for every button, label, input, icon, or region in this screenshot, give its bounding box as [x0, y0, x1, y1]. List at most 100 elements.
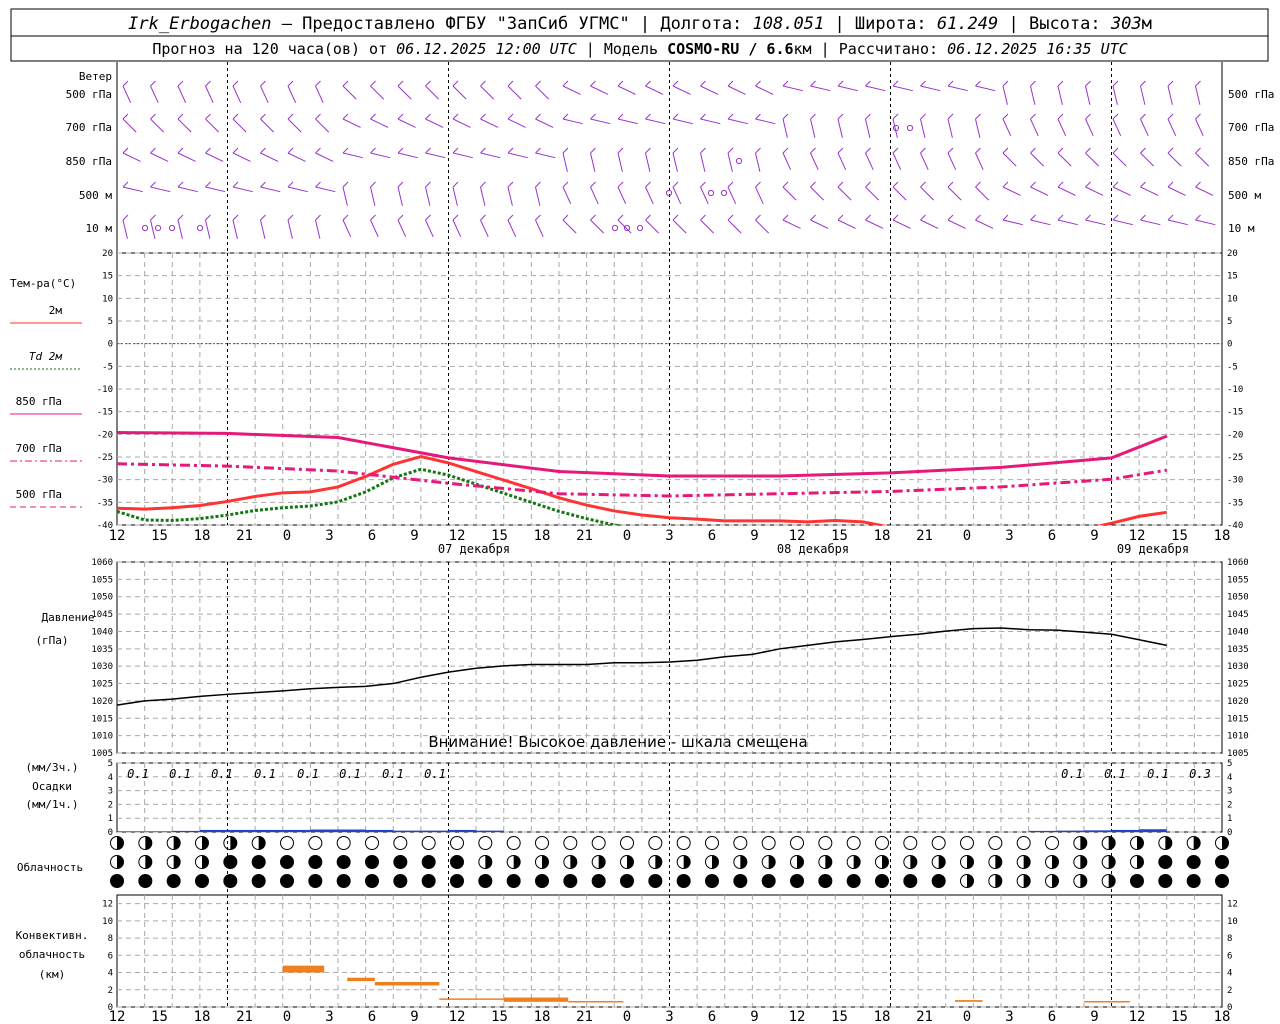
cloud-symbol — [393, 874, 408, 888]
precip-value-label: 0.1 — [339, 767, 361, 781]
wind-barb-feather — [617, 214, 624, 221]
wind-barb — [892, 219, 911, 229]
cloud-symbol — [421, 874, 436, 888]
wind-barb — [617, 152, 623, 172]
pres-ytick-label: 1010 — [91, 732, 113, 742]
cloud-symbol — [308, 836, 323, 850]
cloud-half-fill — [853, 855, 861, 869]
wind-barb-feather — [177, 214, 184, 221]
pres-ytick-label-right: 1045 — [1227, 610, 1249, 620]
temp-ytick-label-right: 0 — [1227, 340, 1232, 350]
pres-ytick-label: 1035 — [91, 645, 113, 655]
wind-barb-feather — [947, 214, 954, 221]
cloud-symbol — [563, 874, 578, 888]
conv-xtick-label: 0 — [623, 1009, 631, 1024]
conv-xtick-label: 12 — [1129, 1009, 1146, 1024]
wind-barb-feather — [1002, 80, 1009, 87]
wind-barb — [645, 118, 666, 125]
conv-bar — [282, 965, 325, 973]
cloud-half-fill — [1080, 836, 1087, 850]
conv-xtick-label: 12 — [109, 1009, 126, 1024]
cloud-symbol — [761, 836, 776, 850]
precip-value-label: 0.1 — [382, 767, 404, 781]
wind-barb — [1002, 219, 1023, 226]
precip-unit-1h: (мм/1ч.) — [26, 798, 79, 811]
wind-barb — [507, 118, 526, 128]
conv-bar — [439, 998, 504, 1000]
cloud-symbol — [705, 874, 719, 888]
wind-barb — [782, 85, 803, 92]
wind-barb — [370, 186, 376, 206]
cloud-half-fill — [1108, 836, 1116, 850]
precip-unit-3h: (мм/3ч.) — [26, 761, 79, 774]
wind-barb-feather — [975, 113, 981, 120]
pres-ytick-label: 1050 — [91, 593, 113, 603]
wind-barb-feather — [480, 181, 486, 188]
wind-calm-circle — [623, 224, 631, 232]
cloud-symbol — [1158, 855, 1173, 869]
conv-bar — [374, 982, 440, 986]
wind-barb — [342, 186, 348, 206]
cloud-symbol — [1045, 836, 1059, 850]
wind-barb-feather — [755, 147, 761, 154]
temp-ytick-label: -30 — [97, 476, 113, 486]
cloud-half-fill — [1108, 874, 1116, 888]
cloud-symbol — [365, 874, 379, 888]
wind-barb-feather — [617, 147, 624, 154]
cloud-half-fill — [995, 874, 1002, 888]
prec-ytick-label-right: 2 — [1227, 800, 1232, 810]
wind-barb-feather — [1112, 181, 1119, 188]
pres-ytick-label-right: 1035 — [1227, 645, 1249, 655]
wind-barb-feather — [122, 80, 129, 87]
temp-ytick-label: 0 — [108, 340, 113, 350]
wind-barb — [755, 85, 774, 95]
cloud-symbol — [223, 855, 238, 869]
cloud-half-fill — [768, 855, 776, 869]
wind-barb — [1195, 219, 1216, 226]
cloud-half-fill — [145, 855, 152, 869]
wind-calm-circle — [720, 189, 728, 197]
cloud-symbol — [875, 836, 889, 850]
wind-barb — [177, 186, 198, 193]
wind-barb — [755, 186, 764, 205]
wind-barb — [865, 152, 874, 171]
wind-barb — [1140, 219, 1161, 226]
temp-ytick-label: -20 — [97, 430, 113, 440]
wind-barb-feather — [810, 80, 816, 87]
wind-barb-feather — [177, 147, 184, 154]
wind-barb-feather — [617, 80, 624, 87]
wind-barb — [1167, 152, 1182, 167]
wind-barb — [892, 152, 902, 171]
pres-ytick-label: 1055 — [91, 575, 113, 585]
conv-ytick-label: 12 — [102, 900, 113, 910]
precip-bar — [144, 831, 173, 832]
wind-barb-feather — [150, 181, 156, 188]
temp-xtick-label: 0 — [623, 528, 631, 544]
conv-xtick-label: 18 — [534, 1009, 551, 1024]
wind-barb — [700, 152, 706, 172]
wind-barb-feather — [1112, 147, 1119, 154]
wind-barb — [480, 118, 499, 128]
wind-barb-feather — [782, 181, 789, 188]
cloud-half-fill — [712, 855, 719, 869]
conv-xtick-label: 9 — [750, 1009, 758, 1024]
wind-barb — [562, 186, 572, 205]
wind-level-label-right: 850 гПа — [1228, 155, 1274, 168]
pres-ytick-label: 1015 — [91, 714, 113, 724]
wind-barb-feather — [177, 80, 184, 87]
cloud-symbol — [676, 874, 691, 888]
wind-barb-feather — [1057, 147, 1064, 154]
cloud-symbol — [365, 855, 379, 869]
wind-barb-feather — [782, 113, 789, 120]
precip-bar — [476, 830, 504, 832]
cloud-half-fill — [683, 855, 691, 869]
wind-barb — [1057, 118, 1067, 137]
temp-ytick-label-right: 15 — [1227, 272, 1238, 282]
wind-barb — [947, 118, 953, 138]
cloud-symbol — [506, 836, 521, 850]
wind-barb — [755, 118, 776, 125]
conv-xtick-label: 3 — [325, 1009, 333, 1024]
wind-barb-feather — [947, 80, 954, 87]
wind-barb-feather — [755, 113, 761, 120]
cloud-half-fill — [995, 855, 1002, 869]
